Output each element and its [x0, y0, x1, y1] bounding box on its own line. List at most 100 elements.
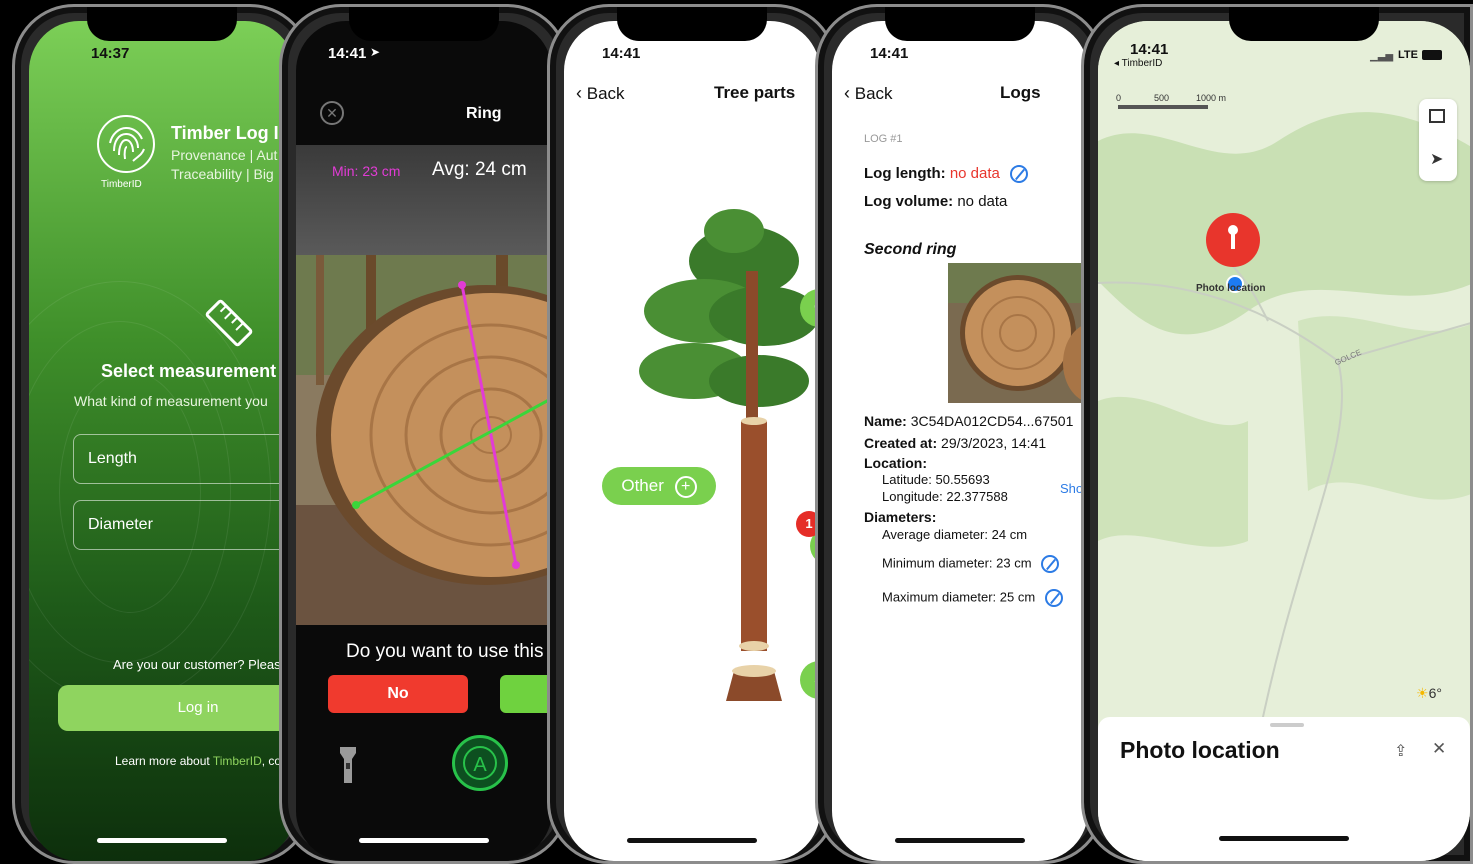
edit-min-diameter-icon[interactable]: [1041, 555, 1060, 573]
home-indicator: [1219, 836, 1349, 841]
back-button[interactable]: ‹ Back: [576, 83, 625, 104]
auto-capture-label: A: [463, 746, 497, 780]
logo-caption: TimberID: [101, 179, 142, 190]
home-indicator: [627, 838, 757, 843]
latitude-row: Latitude: 50.55693: [882, 472, 990, 487]
tagline-1: Provenance | Aut: [171, 147, 278, 163]
phone-tree-parts: 14:41 ‹ Back Tree parts Other + C: [547, 4, 837, 864]
diameters-label: Diameters:: [864, 509, 937, 525]
tree-parts-screen: 14:41 ‹ Back Tree parts Other + C: [564, 21, 820, 861]
name-row: Name: 3C54DA012CD54...67501: [864, 413, 1073, 429]
status-time: 14:41: [1130, 41, 1169, 58]
status-time: 14:41: [602, 45, 641, 62]
map-screen: 14:41 ◂ TimberID ▁▃▅ LTE 0 500 1000 m ➤ …: [1098, 21, 1470, 861]
avg-readout: Avg: 24 cm: [432, 159, 527, 180]
ruler-icon: [205, 299, 253, 347]
scale-500: 500: [1154, 93, 1170, 103]
sheet-grabber[interactable]: [1270, 723, 1304, 727]
created-label: Created at:: [864, 435, 938, 451]
phone-ring: 14:41 ➤ ✕ Ring Min: 23 cm Avg: 24 cm Do: [279, 4, 569, 864]
back-button[interactable]: ‹ Back: [844, 83, 893, 104]
created-value: 29/3/2023, 14:41: [941, 435, 1047, 451]
notch: [1229, 7, 1379, 41]
screen-title: Tree parts: [714, 83, 796, 102]
cellular-icon: ▁▃▅: [1370, 51, 1394, 62]
edit-max-diameter-icon[interactable]: [1044, 589, 1063, 607]
flashlight-icon[interactable]: [338, 745, 358, 785]
confirm-question: Do you want to use this: [346, 641, 544, 662]
home-indicator: [97, 838, 227, 843]
log-volume-row: Log volume: no data: [864, 193, 1007, 210]
map-view[interactable]: [1098, 21, 1470, 741]
status-time: 14:37: [91, 45, 130, 62]
no-button[interactable]: No: [328, 675, 468, 713]
battery-icon: [1422, 50, 1442, 60]
tree-illustration: [639, 209, 819, 701]
chevron-left-icon: ‹: [844, 83, 850, 103]
network-label: LTE: [1398, 49, 1418, 61]
max-diameter-value: 25 cm: [999, 589, 1036, 605]
name-label: Name:: [864, 413, 907, 429]
location-arrow-icon: ➤: [370, 45, 381, 59]
notch: [885, 7, 1035, 41]
screen-title: Ring: [466, 105, 502, 122]
tagline-2: Traceability | Big: [171, 166, 274, 182]
customer-prompt: Are you our customer? Pleas: [113, 657, 281, 672]
edit-length-icon[interactable]: [1010, 165, 1029, 184]
yes-button[interactable]: [500, 675, 552, 713]
diameter-option[interactable]: Diameter: [73, 500, 295, 550]
created-row: Created at: 29/3/2023, 14:41: [864, 435, 1046, 451]
longitude-value: 22.377588: [946, 489, 1008, 504]
min-diameter-value: 23 cm: [996, 555, 1032, 571]
notch: [349, 7, 499, 41]
show-on-map-link[interactable]: Sho: [1060, 481, 1083, 496]
back-label: Back: [586, 84, 625, 103]
log-volume-label: Log volume:: [864, 193, 954, 210]
logs-screen: 14:41 ‹ Back Logs LOG #1 Log length: no …: [832, 21, 1088, 861]
notch: [87, 7, 237, 41]
close-icon[interactable]: ✕: [1432, 739, 1446, 759]
section-title: Second ring: [864, 241, 957, 258]
weather-temp: 6°: [1428, 685, 1442, 701]
other-button[interactable]: Other +: [602, 467, 716, 505]
sheet-title: Photo location: [1120, 737, 1280, 763]
log-id: LOG #1: [864, 133, 903, 145]
status-time: 14:41: [870, 45, 909, 62]
max-diameter-label: Maximum diameter:: [882, 589, 997, 605]
learn-more-text: Learn more about TimberID, co: [115, 754, 281, 768]
phone-map: 14:41 ◂ TimberID ▁▃▅ LTE 0 500 1000 m ➤ …: [1081, 4, 1473, 864]
ring-thumbnail[interactable]: [948, 263, 1088, 403]
weather-badge: ☀6°: [1416, 685, 1442, 702]
avg-diameter-row: Average diameter: 24 cm: [882, 527, 1027, 542]
name-value: 3C54DA012CD54...67501: [910, 413, 1074, 429]
home-indicator: [359, 838, 489, 843]
share-icon[interactable]: ⇪: [1394, 741, 1407, 761]
map-pin-icon[interactable]: [1206, 213, 1260, 267]
log-length-value: no data: [949, 165, 1000, 182]
avg-diameter-value: 24 cm: [991, 527, 1028, 542]
other-label: Other: [621, 476, 664, 495]
location-arrow-icon[interactable]: ➤: [1430, 149, 1443, 169]
log-photo: [296, 255, 552, 625]
back-to-app[interactable]: ◂ TimberID: [1114, 58, 1162, 69]
latitude-value: 50.55693: [935, 472, 990, 487]
length-option[interactable]: Length: [73, 434, 295, 484]
timberid-link[interactable]: TimberID: [213, 754, 262, 768]
pin-label: Photo location: [1196, 283, 1266, 294]
scale-0: 0: [1116, 93, 1122, 103]
close-icon[interactable]: ✕: [320, 101, 344, 125]
min-diameter-label: Minimum diameter:: [882, 555, 993, 571]
login-button[interactable]: Log in: [58, 685, 295, 731]
auto-capture-button[interactable]: A: [452, 735, 508, 791]
location-label: Location:: [864, 455, 927, 471]
notch: [617, 7, 767, 41]
back-label: Back: [854, 84, 893, 103]
log-length-row: Log length: no data: [864, 165, 1029, 184]
sun-icon: ☀: [1416, 685, 1429, 701]
phone-logs: 14:41 ‹ Back Logs LOG #1 Log length: no …: [815, 4, 1105, 864]
min-diameter-row: Minimum diameter: 23 cm: [882, 555, 1060, 573]
map-mode-icon[interactable]: [1429, 109, 1445, 123]
home-indicator: [895, 838, 1025, 843]
scale-1000: 1000 m: [1196, 93, 1227, 103]
map-controls: ➤: [1419, 99, 1457, 181]
